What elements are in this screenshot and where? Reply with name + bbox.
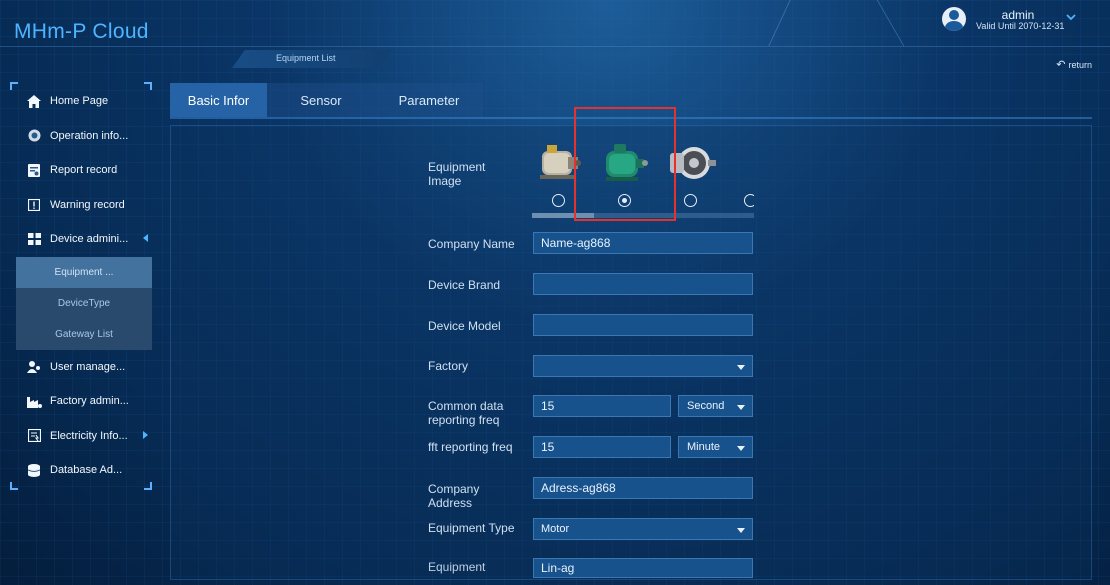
equipment-next-field[interactable]: Lin-ag [533,558,753,578]
fft-freq-label: fft reporting freq [428,440,513,454]
user-name: admin [1001,8,1035,22]
image-radio-3[interactable] [684,194,697,207]
sidebar-item-factory-admin[interactable]: Factory admin... [16,384,158,419]
grid-icon [26,232,42,246]
sidebar-item-operation[interactable]: Operation info... [16,119,158,154]
common-freq-label: Common data reporting freq [428,399,504,427]
return-button[interactable]: ↶ return [1056,58,1092,71]
electricity-icon [26,429,42,443]
device-brand-label: Device Brand [428,278,501,292]
users-icon [26,360,42,374]
valid-until: Valid Until 2070-12-31 [976,21,1065,31]
sidebar-item-database[interactable]: Database Ad... [16,453,158,488]
factory-icon [26,394,42,408]
equipment-type-select[interactable]: Motor [533,518,753,540]
device-model-field[interactable] [533,314,753,336]
tab-basic-infor[interactable]: Basic Infor [170,83,267,117]
sidebar-item-label: Operation info... [50,129,129,142]
company-name-label: Company Name [428,237,515,251]
company-address-label: Company Address [428,482,480,510]
tab-sensor[interactable]: Sensor [267,83,375,117]
tab-parameter[interactable]: Parameter [375,83,483,117]
avatar-icon [942,7,966,31]
warning-icon [26,198,42,212]
chevron-down-icon[interactable] [1066,12,1076,22]
device-brand-field[interactable] [533,273,753,295]
return-icon: ↶ [1056,59,1066,71]
sidebar-item-label: Warning record [50,198,125,211]
common-freq-field[interactable]: 15 [533,395,671,417]
collapse-arrow-icon [143,234,148,242]
header: MHm-P Cloud Equipment List admin Valid U… [0,0,1110,71]
header-divider [0,46,1110,47]
sidebar-item-label: Database Ad... [50,464,123,477]
sidebar-item-label: User manage... [50,360,126,373]
database-icon [26,463,42,477]
sidebar-item-label: Factory admin... [50,395,129,408]
breadcrumb-label: Equipment List [276,53,336,63]
company-address-field[interactable]: Adress-ag868 [533,477,753,499]
fft-freq-unit-select[interactable]: Minute [678,436,753,458]
tab-bar: Basic Infor Sensor Parameter [170,83,483,117]
report-icon [26,163,42,177]
image-radio-1[interactable] [552,194,565,207]
factory-label: Factory [428,359,469,373]
home-icon [26,94,42,108]
sidebar: Home Page Operation info... Report recor… [10,82,152,490]
sidebar-item-home[interactable]: Home Page [16,84,158,119]
device-model-label: Device Model [428,319,501,333]
sidebar-item-label: Electricity Info... [50,429,128,442]
sidebar-item-label: Device admini... [50,233,129,246]
breadcrumb[interactable]: Equipment List [232,50,392,68]
factory-select[interactable] [533,355,753,377]
equipment-type-label: Equipment Type [428,521,515,535]
equipment-next-label: Equipment [428,560,486,574]
camera-icon [26,129,42,143]
submenu-item-equipment[interactable]: Equipment ... [16,256,152,288]
sidebar-item-label: Home Page [50,95,109,108]
sidebar-menu: Home Page Operation info... Report recor… [16,84,158,488]
equipment-image-label: Equipment Image [428,160,486,188]
sidebar-item-user-manage[interactable]: User manage... [16,350,158,385]
expand-arrow-icon [143,430,148,439]
common-freq-unit-select[interactable]: Second [678,395,753,417]
sidebar-item-device-admin[interactable]: Device admini... [16,222,158,257]
company-name-field[interactable]: Name-ag868 [533,232,753,254]
header-decoration [729,0,791,46]
submenu-item-devicetype[interactable]: DeviceType [16,287,152,319]
return-label: return [1068,60,1092,70]
sidebar-item-report[interactable]: Report record [16,153,158,188]
app-title: MHm-P Cloud [14,20,149,43]
submenu-item-gateway[interactable]: Gateway List [16,318,152,350]
image-radio-4[interactable] [744,194,754,207]
sidebar-item-electricity[interactable]: Electricity Info... [16,419,158,454]
user-menu[interactable]: admin Valid Until 2070-12-31 [942,6,1102,36]
header-decoration [876,0,934,46]
selection-highlight-box [574,107,676,221]
fft-freq-field[interactable]: 15 [533,436,671,458]
sidebar-item-label: Report record [50,164,118,177]
sidebar-item-warning[interactable]: Warning record [16,188,158,223]
